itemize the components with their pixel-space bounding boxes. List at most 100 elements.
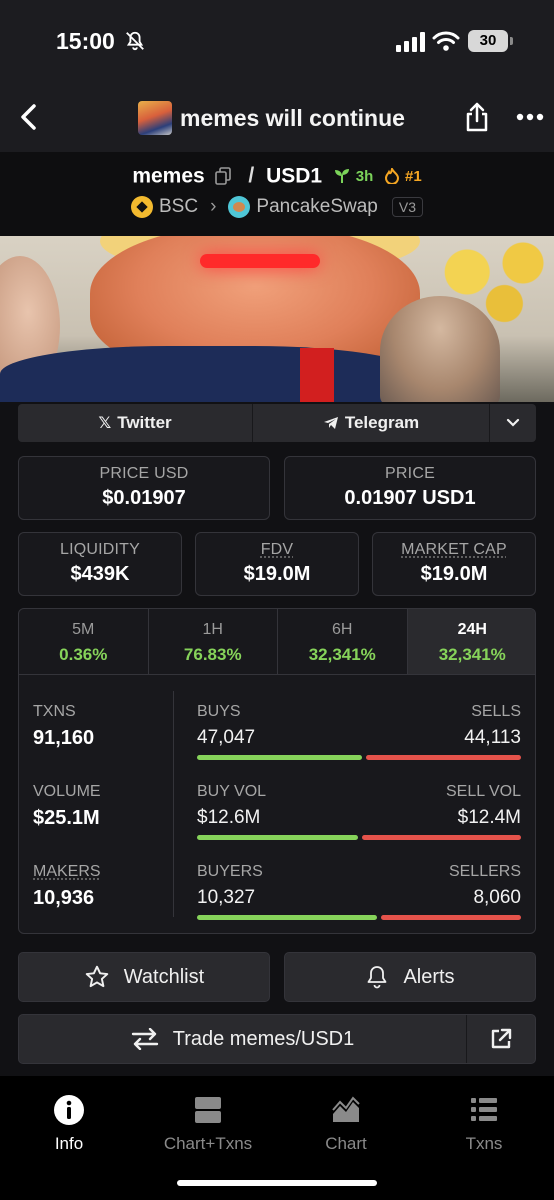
- price-native-label: PRICE: [385, 465, 435, 482]
- buys-value: 47,047: [197, 727, 256, 748]
- back-chevron-icon[interactable]: [16, 102, 42, 132]
- market-cap-value: $19.0M: [420, 563, 488, 585]
- makers-stat[interactable]: MAKERS 10,936: [33, 863, 101, 910]
- telegram-button[interactable]: Telegram: [253, 404, 490, 442]
- home-indicator[interactable]: [177, 1180, 377, 1186]
- split-view-icon: [195, 1097, 221, 1123]
- bell-muted-icon: [126, 31, 144, 51]
- base-token: memes: [132, 164, 205, 188]
- price-native-card: PRICE 0.01907 USD1: [284, 456, 536, 520]
- buys-sells-ratio-bar: [197, 755, 521, 760]
- star-icon: [85, 965, 109, 988]
- watchlist-label: Watchlist: [123, 965, 205, 988]
- dex-version-badge: V3: [391, 197, 423, 217]
- tab-24h[interactable]: 24H 32,341%: [407, 609, 535, 674]
- sells-bar: [366, 755, 521, 760]
- social-links-bar: 𝕏 Twitter Telegram: [18, 404, 536, 442]
- buy-sell-vol-stat: BUY VOL SELL VOL $12.6M $12.4M: [197, 783, 521, 840]
- swap-arrows-icon: [131, 1028, 158, 1050]
- tabbar-item-txns[interactable]: Txns: [419, 1094, 549, 1154]
- makers-value: 10,936: [33, 887, 95, 909]
- pancakeswap-icon: [228, 196, 251, 218]
- pair-rank: #1: [405, 167, 422, 185]
- page-title: memes will continue: [180, 104, 405, 131]
- fdv-card[interactable]: FDV $19.0M: [195, 532, 359, 596]
- tab-5m[interactable]: 5M 0.36%: [19, 609, 149, 674]
- price-native-value: 0.01907 USD1: [344, 487, 476, 509]
- tabbar-label: Txns: [465, 1134, 503, 1153]
- buys-label: BUYS: [197, 703, 241, 720]
- buyers-sellers-stat: BUYERS SELLERS 10,327 8,060: [197, 863, 521, 920]
- watchlist-button[interactable]: Watchlist: [18, 952, 270, 1002]
- info-icon: [54, 1095, 84, 1125]
- stats-divider: [173, 691, 174, 917]
- telegram-plane-icon: [323, 417, 338, 429]
- liquidity-value: $439K: [70, 563, 130, 585]
- share-icon[interactable]: [464, 102, 490, 132]
- cellular-signal-icon: [396, 32, 425, 52]
- more-links-dropdown[interactable]: [490, 404, 536, 442]
- bell-icon: [368, 966, 387, 989]
- trade-label: Trade memes/USD1: [172, 1027, 355, 1050]
- trade-button[interactable]: Trade memes/USD1: [19, 1015, 467, 1063]
- tab-change: 76.83%: [183, 645, 242, 664]
- telegram-label: Telegram: [344, 413, 420, 432]
- banner-right-figure: [380, 296, 500, 402]
- trade-bar: Trade memes/USD1: [18, 1014, 536, 1064]
- x-logo-icon: 𝕏: [98, 415, 112, 432]
- buyers-label: BUYERS: [197, 863, 263, 880]
- sells-value: 44,113: [464, 727, 521, 748]
- price-usd-card: PRICE USD $0.01907: [18, 456, 270, 520]
- tab-change: 32,341%: [308, 645, 376, 664]
- area-chart-icon: [332, 1096, 360, 1122]
- buy-vol-label: BUY VOL: [197, 783, 267, 800]
- sellers-bar: [381, 915, 521, 920]
- buyers-ratio-bar: [197, 915, 521, 920]
- fdv-value: $19.0M: [243, 563, 311, 585]
- status-bar: 15:00 30: [0, 0, 554, 86]
- dex-name[interactable]: PancakeSwap: [256, 196, 377, 218]
- tab-label: 24H: [457, 621, 487, 638]
- tab-label: 5M: [72, 621, 95, 638]
- tab-label: 1H: [202, 621, 223, 638]
- sell-vol-label: SELL VOL: [445, 783, 521, 800]
- tab-change: 0.36%: [59, 645, 108, 664]
- pair-header: memes / USD1 3h #1 BSC › PancakeSwap V3: [0, 152, 554, 236]
- buyers-value: 10,327: [197, 887, 256, 908]
- tabbar-label: Chart+Txns: [163, 1134, 253, 1153]
- chevron-down-icon: [506, 418, 520, 427]
- more-options-icon[interactable]: [516, 113, 544, 121]
- timeframe-stats-panel: 5M 0.36% 1H 76.83% 6H 32,341% 24H 32,341…: [18, 608, 536, 934]
- flame-icon: [385, 166, 400, 186]
- sell-vol-value: $12.4M: [457, 807, 521, 828]
- banner-tie: [300, 348, 334, 402]
- volume-value: $25.1M: [33, 807, 100, 829]
- external-link-icon[interactable]: [489, 1027, 513, 1051]
- pair-line: memes / USD1 3h #1: [0, 164, 554, 188]
- sells-label: SELLS: [471, 703, 521, 720]
- tab-6h[interactable]: 6H 32,341%: [278, 609, 408, 674]
- copy-icon[interactable]: [214, 167, 231, 186]
- alerts-button[interactable]: Alerts: [284, 952, 536, 1002]
- nav-bar: memes will continue: [0, 86, 554, 152]
- volume-stat: VOLUME $25.1M: [33, 783, 101, 830]
- makers-label: MAKERS: [33, 863, 101, 880]
- market-cap-card[interactable]: MARKET CAP $19.0M: [372, 532, 536, 596]
- tabbar-item-chart[interactable]: Chart: [281, 1094, 411, 1154]
- price-usd-label: PRICE USD: [99, 465, 189, 482]
- buy-vol-bar: [197, 835, 358, 840]
- stats-rows: TXNS 91,160 VOLUME $25.1M MAKERS 10,936 …: [19, 675, 535, 933]
- tab-1h[interactable]: 1H 76.83%: [149, 609, 278, 674]
- twitter-button[interactable]: 𝕏 Twitter: [18, 404, 253, 442]
- tabbar-item-chart-txns[interactable]: Chart+Txns: [143, 1094, 273, 1154]
- token-banner-image: [0, 236, 554, 402]
- volume-label: VOLUME: [33, 783, 101, 800]
- price-usd-value: $0.01907: [102, 487, 186, 509]
- tabbar-item-info[interactable]: Info: [4, 1094, 134, 1154]
- twitter-label: Twitter: [117, 413, 172, 432]
- volume-ratio-bar: [197, 835, 521, 840]
- timeframe-tabs: 5M 0.36% 1H 76.83% 6H 32,341% 24H 32,341…: [19, 609, 535, 675]
- chain-name[interactable]: BSC: [159, 196, 198, 218]
- alerts-label: Alerts: [403, 965, 455, 988]
- pair-separator: /: [248, 164, 255, 188]
